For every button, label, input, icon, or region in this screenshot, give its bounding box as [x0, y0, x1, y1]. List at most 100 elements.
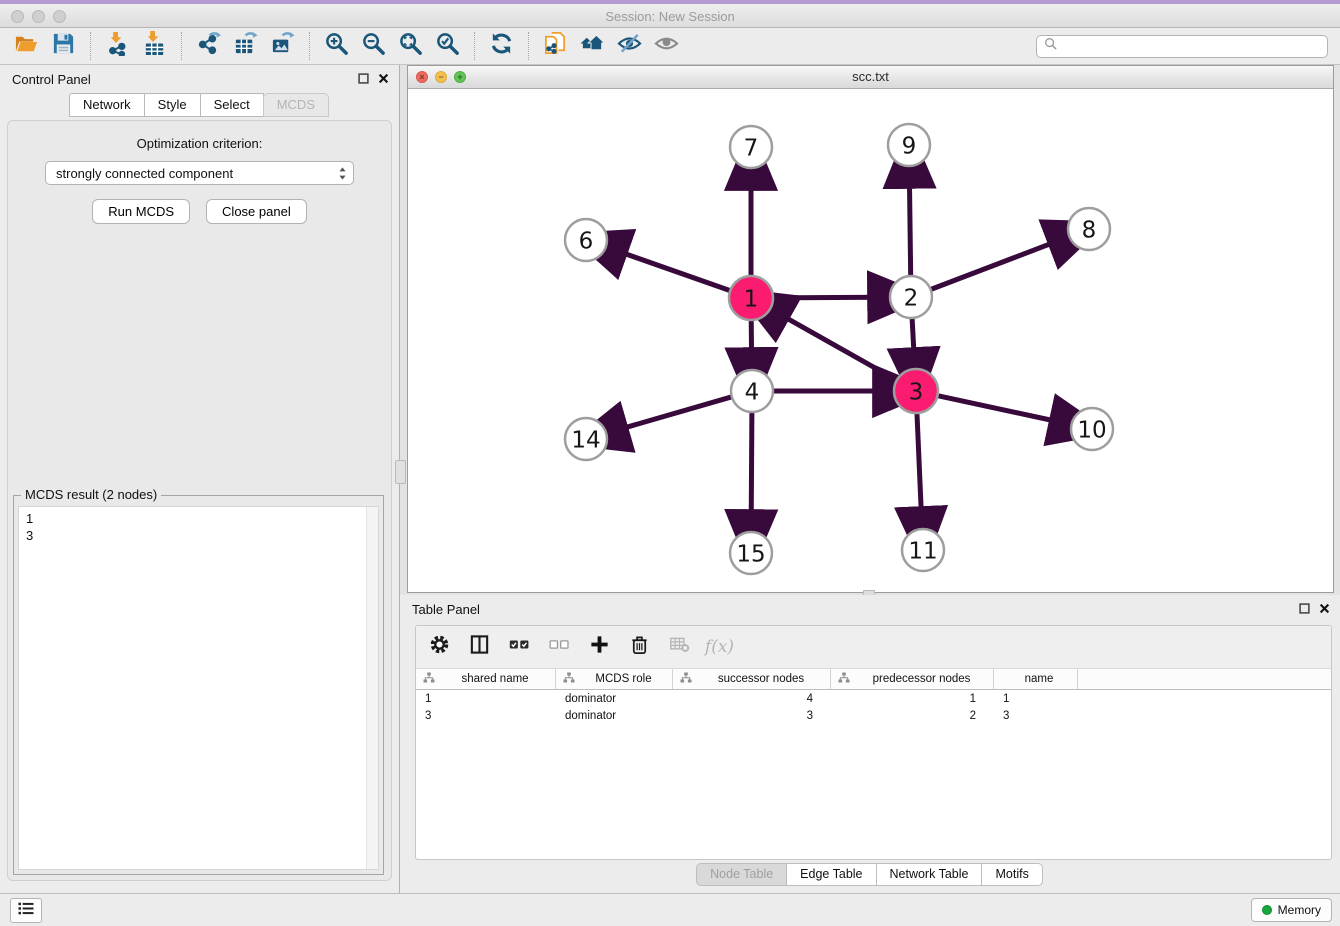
close-panel-icon[interactable]	[1319, 603, 1330, 614]
graph-edge-3-11[interactable]	[917, 412, 922, 517]
plus-icon	[589, 634, 610, 660]
close-panel-icon[interactable]	[378, 73, 389, 84]
table-cell: 1	[831, 693, 994, 705]
graph-edge-3-10[interactable]	[937, 395, 1060, 422]
graph-edge-3-1[interactable]	[780, 314, 898, 381]
table-row[interactable]: 1dominator411	[416, 690, 1331, 707]
graph-node-14[interactable]: 14	[565, 418, 607, 460]
graph-edge-2-8[interactable]	[931, 241, 1059, 290]
export-table-button[interactable]	[227, 31, 264, 61]
svg-text:6: 6	[579, 228, 594, 254]
home-button[interactable]	[574, 31, 611, 61]
tab-mcds[interactable]: MCDS	[263, 93, 329, 117]
tab-select[interactable]: Select	[200, 93, 264, 117]
gear-icon	[429, 634, 450, 660]
graph-node-1[interactable]: 1	[729, 276, 773, 320]
network-window-title: scc.txt	[408, 66, 1333, 87]
graph-edge-4-15[interactable]	[751, 412, 752, 520]
delete-table-icon	[669, 634, 690, 660]
hide-style-button[interactable]	[611, 31, 648, 61]
network-window-titlebar[interactable]: × − + scc.txt	[408, 66, 1333, 89]
select-all-rows-button[interactable]	[506, 634, 533, 661]
table-cell: 1	[994, 693, 1078, 705]
maximize-network-button[interactable]: +	[454, 71, 466, 83]
home-icon	[580, 31, 605, 61]
graph-node-7[interactable]: 7	[730, 126, 772, 168]
zoom-out-button[interactable]	[355, 31, 392, 61]
network-graph[interactable]: 7 9 6 8 1 2 4 3 14 10 15 11	[408, 88, 1333, 592]
close-network-button[interactable]: ×	[416, 71, 428, 83]
graph-node-15[interactable]: 15	[730, 532, 772, 574]
network-canvas[interactable]: 7 9 6 8 1 2 4 3 14 10 15 11	[408, 88, 1333, 592]
svg-text:9: 9	[902, 133, 917, 159]
criterion-value: strongly connected component	[56, 166, 233, 181]
delete-column-button[interactable]	[626, 634, 653, 661]
add-column-button[interactable]	[586, 634, 613, 661]
zoom-fit-button[interactable]	[392, 31, 429, 61]
search-input[interactable]	[1062, 38, 1320, 54]
tab-network-table[interactable]: Network Table	[876, 863, 983, 886]
graph-node-6[interactable]: 6	[565, 219, 607, 261]
graph-edge-1-6[interactable]	[617, 251, 731, 291]
graph-edge-2-3[interactable]	[912, 318, 914, 358]
tab-edge-table[interactable]: Edge Table	[786, 863, 876, 886]
refresh-layout-button[interactable]	[483, 31, 520, 61]
tab-node-table[interactable]: Node Table	[696, 863, 787, 886]
float-panel-icon[interactable]	[1299, 603, 1310, 614]
graph-node-11[interactable]: 11	[902, 529, 944, 571]
column-header-predecessor-nodes[interactable]: predecessor nodes	[831, 669, 994, 689]
export-image-button[interactable]	[264, 31, 301, 61]
svg-text:2: 2	[904, 285, 919, 311]
column-header-successor-nodes[interactable]: successor nodes	[673, 669, 831, 689]
preview-button[interactable]	[648, 31, 685, 61]
run-mcds-button[interactable]: Run MCDS	[92, 199, 190, 224]
table-row[interactable]: 3dominator323	[416, 707, 1331, 724]
graph-node-2[interactable]: 2	[890, 276, 932, 318]
zoom-selected-button[interactable]	[429, 31, 466, 61]
column-header-shared-name[interactable]: shared name	[416, 669, 556, 689]
table-settings-button[interactable]	[426, 634, 453, 661]
columns-icon	[469, 634, 490, 660]
delete-table-button	[666, 634, 693, 661]
vertical-splitter-handle[interactable]	[395, 460, 406, 484]
minimize-network-button[interactable]: −	[435, 71, 447, 83]
float-panel-icon[interactable]	[358, 73, 369, 84]
open-session-button[interactable]	[8, 31, 45, 61]
deselect-all-rows-button[interactable]	[546, 634, 573, 661]
graph-node-8[interactable]: 8	[1068, 208, 1110, 250]
task-history-button[interactable]	[10, 898, 42, 923]
mcds-result-area[interactable]: 1 3	[18, 506, 379, 870]
graph-edge-1-2[interactable]	[772, 297, 878, 298]
graph-edge-2-9[interactable]	[909, 178, 910, 276]
graph-node-3[interactable]: 3	[894, 369, 938, 413]
tree-icon	[680, 672, 692, 687]
column-header-MCDS-role[interactable]: MCDS role	[556, 669, 673, 689]
tab-style[interactable]: Style	[144, 93, 201, 117]
criterion-dropdown[interactable]: strongly connected component	[45, 161, 354, 185]
column-header-name[interactable]: name	[994, 669, 1078, 689]
search-box[interactable]	[1036, 35, 1328, 58]
graph-node-10[interactable]: 10	[1071, 408, 1113, 450]
import-table-button[interactable]	[136, 31, 173, 61]
result-scrollbar[interactable]	[366, 507, 378, 869]
tree-icon	[423, 672, 435, 687]
graph-node-9[interactable]: 9	[888, 124, 930, 166]
close-panel-button[interactable]: Close panel	[206, 199, 307, 224]
deselect-all-icon	[549, 634, 570, 660]
memory-button[interactable]: Memory	[1251, 898, 1332, 922]
mcds-result-label: MCDS result (2 nodes)	[21, 487, 161, 502]
graph-edge-4-14[interactable]	[618, 397, 732, 430]
import-network-button[interactable]	[99, 31, 136, 61]
zoom-in-button[interactable]	[318, 31, 355, 61]
export-network-icon	[196, 31, 221, 61]
tab-network[interactable]: Network	[69, 93, 145, 117]
export-network-button[interactable]	[190, 31, 227, 61]
tab-motifs[interactable]: Motifs	[981, 863, 1042, 886]
refresh-icon	[489, 31, 514, 61]
export-table-icon	[233, 31, 258, 61]
toggle-columns-button[interactable]	[466, 634, 493, 661]
save-session-button[interactable]	[45, 31, 82, 61]
toolbar-separator	[90, 32, 91, 60]
duplicate-network-button[interactable]	[537, 31, 574, 61]
graph-node-4[interactable]: 4	[731, 370, 773, 412]
